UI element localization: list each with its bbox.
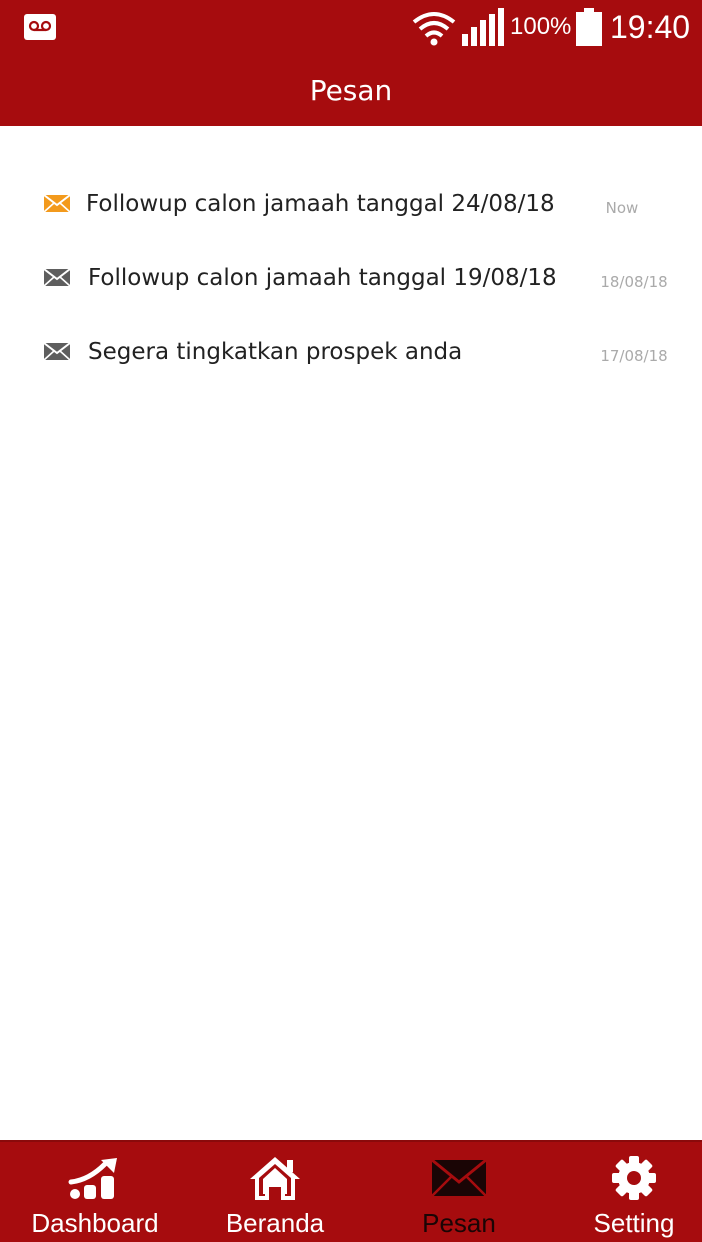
signal-icon — [462, 8, 504, 46]
app-header: 100% 19:40 Pesan — [0, 0, 702, 126]
page-title: Pesan — [309, 74, 393, 107]
battery-icon — [576, 8, 602, 46]
message-subject: Followup calon jamaah tanggal 24/08/18 — [86, 191, 555, 217]
envelope-icon — [431, 1158, 487, 1197]
nav-item-dashboard[interactable]: Dashboard — [10, 1142, 180, 1242]
home-icon — [250, 1157, 300, 1200]
message-item[interactable]: Segera tingkatkan prospek anda 17/08/18 — [0, 316, 702, 390]
bottom-navigation: Dashboard Beranda Pesan Setting — [0, 1140, 702, 1242]
envelope-icon — [44, 342, 70, 361]
nav-item-pesan[interactable]: Pesan — [374, 1142, 544, 1242]
nav-label: Beranda — [225, 1208, 325, 1238]
voicemail-icon — [24, 14, 56, 40]
chart-icon — [68, 1158, 117, 1199]
nav-item-setting[interactable]: Setting — [549, 1142, 702, 1242]
message-date: 18/08/18 — [600, 273, 668, 291]
message-date: 17/08/18 — [600, 347, 668, 365]
battery-percentage: 100% — [510, 13, 572, 40]
message-date: Now — [605, 199, 639, 217]
clock: 19:40 — [610, 9, 691, 45]
nav-label: Pesan — [422, 1208, 496, 1238]
envelope-icon — [44, 268, 70, 287]
message-subject: Followup calon jamaah tanggal 19/08/18 — [88, 265, 557, 291]
message-item[interactable]: Followup calon jamaah tanggal 19/08/18 1… — [0, 242, 702, 316]
nav-label: Dashboard — [31, 1208, 159, 1238]
message-subject: Segera tingkatkan prospek anda — [88, 339, 463, 365]
nav-label: Setting — [593, 1208, 675, 1238]
gear-icon — [612, 1156, 656, 1200]
message-list: Followup calon jamaah tanggal 24/08/18 N… — [0, 168, 702, 390]
wifi-icon — [412, 12, 456, 46]
nav-item-beranda[interactable]: Beranda — [190, 1142, 360, 1242]
message-item[interactable]: Followup calon jamaah tanggal 24/08/18 N… — [0, 168, 702, 242]
envelope-icon — [44, 194, 70, 213]
status-bar: 100% 19:40 — [0, 0, 702, 52]
